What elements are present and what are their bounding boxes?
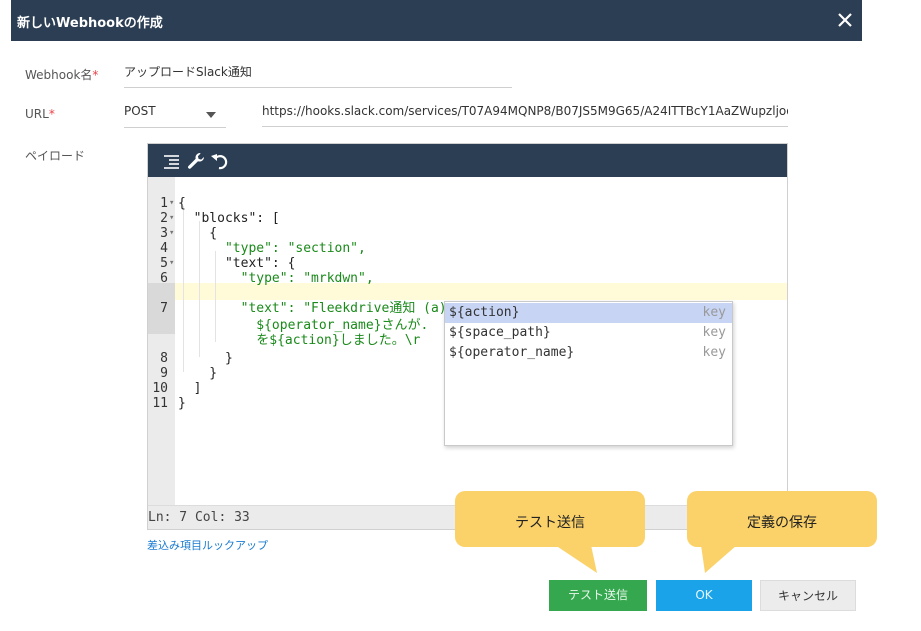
undo-icon[interactable]: [210, 151, 230, 171]
field-lookup-link[interactable]: 差込み項目ルックアップ: [147, 537, 268, 553]
code-line: 5 ▾ "text": {: [160, 256, 296, 271]
format-icon[interactable]: [162, 151, 182, 171]
editor-toolbar: [148, 144, 787, 177]
http-method-select[interactable]: POST: [124, 104, 226, 128]
autocomplete-item[interactable]: ${operator_name} key: [445, 343, 732, 363]
cancel-button[interactable]: キャンセル: [760, 580, 856, 611]
http-method-value: POST: [124, 104, 156, 118]
autocomplete-item[interactable]: ${action} key: [445, 303, 732, 323]
webhook-name-input[interactable]: [124, 64, 512, 78]
cursor-position: Ln: 7 Col: 33: [148, 510, 250, 525]
code-line: 1 ▾{: [160, 196, 186, 211]
dialog-title: 新しいWebhookの作成: [17, 16, 163, 31]
code-line-active: 7 "text": "Fleekdrive通知 (a)\n\n: [160, 301, 478, 316]
dialog-header: 新しいWebhookの作成: [11, 0, 862, 41]
url-input[interactable]: [262, 104, 788, 118]
code-line: 2 ▾ "blocks": [: [160, 211, 280, 226]
webhook-name-label: Webhook名*: [25, 68, 99, 82]
payload-label: ペイロード: [25, 149, 86, 163]
wrench-icon[interactable]: [186, 151, 206, 171]
code-line: 6 "type": "mrkdwn",: [160, 271, 374, 286]
url-label: URL*: [25, 107, 55, 121]
payload-editor[interactable]: 1 ▾{ 2 ▾ "blocks": [ 3 ▾ { 4 "type": "secti…: [147, 143, 788, 530]
callout-save: 定義の保存: [687, 491, 877, 573]
callout-test: テスト送信: [455, 491, 645, 573]
test-send-button[interactable]: テスト送信: [549, 580, 647, 611]
code-line: 4 "type": "section",: [160, 241, 366, 256]
callout-pointer: [555, 545, 597, 573]
autocomplete-popup: ${action} key ${space_path} key ${operator…: [444, 301, 733, 446]
chevron-down-icon: [206, 112, 216, 118]
code-line: 3 ▾ {: [160, 226, 218, 241]
close-icon[interactable]: [834, 9, 856, 31]
webhook-name-field[interactable]: [124, 64, 512, 88]
callout-pointer: [701, 545, 737, 573]
url-field[interactable]: [262, 104, 788, 127]
ok-button[interactable]: OK: [656, 580, 752, 611]
autocomplete-item[interactable]: ${space_path} key: [445, 323, 732, 343]
